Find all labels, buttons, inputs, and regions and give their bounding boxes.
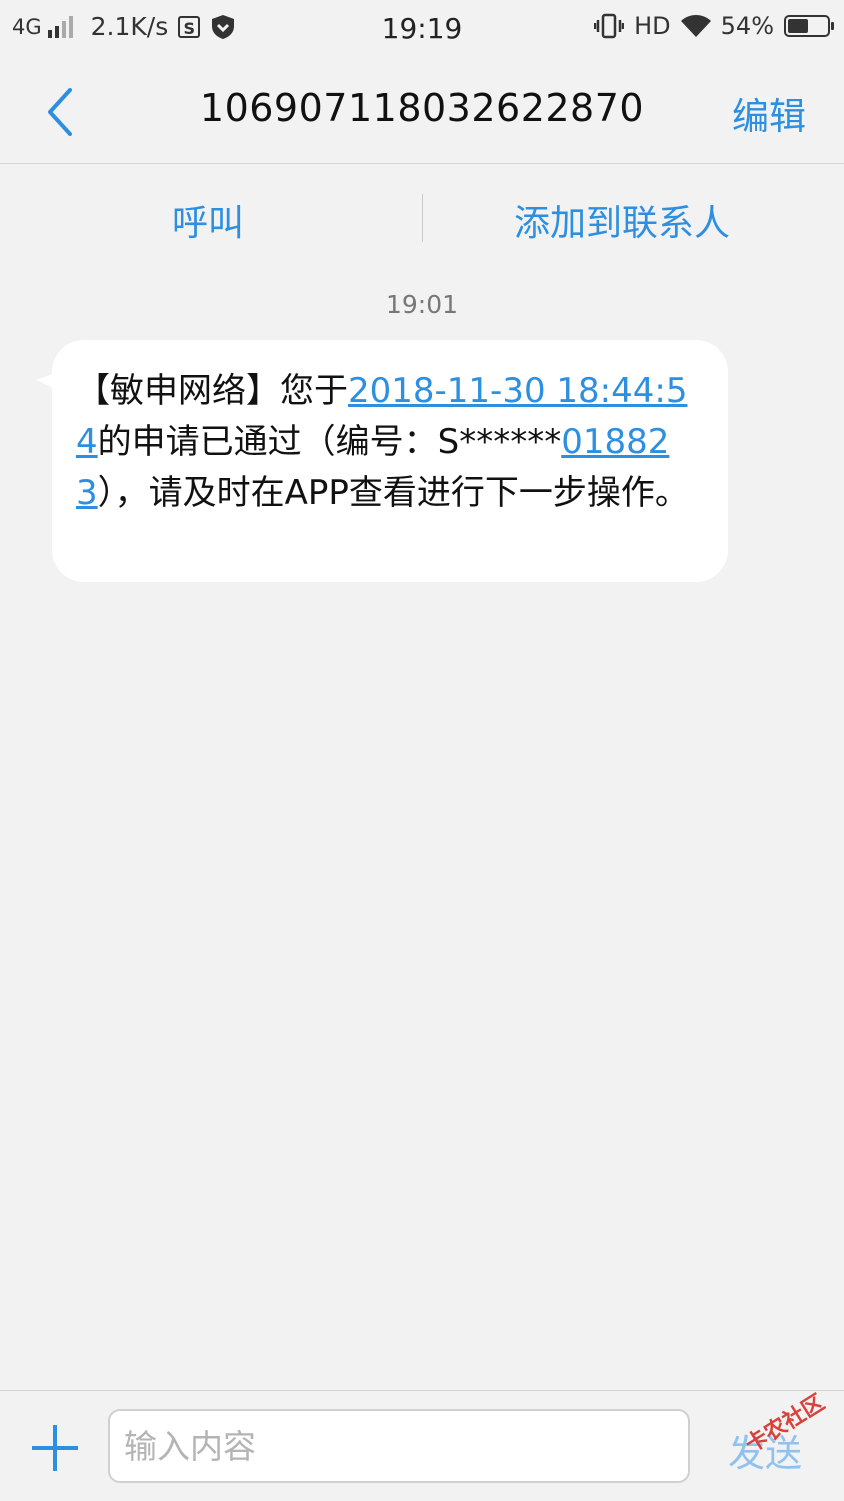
vibrate-icon <box>594 13 625 39</box>
message-text-part: ），请及时在APP查看进行下一步操作。 <box>97 473 689 513</box>
hd-indicator: HD <box>634 12 671 40</box>
battery-icon <box>784 15 834 37</box>
wifi-icon <box>680 15 711 37</box>
add-contact-button[interactable]: 添加到联系人 <box>514 194 730 246</box>
message-timestamp: 19:01 <box>385 290 459 319</box>
message-bubble[interactable]: 【敏申网络】您于2018-11-30 18:44:54的申请已通过（编号：S**… <box>52 340 728 582</box>
status-bar: 4G 2.1K/s S 19:19 HD 54% <box>0 0 844 60</box>
message-input[interactable] <box>108 1409 690 1483</box>
action-divider <box>422 194 423 242</box>
contact-actions: 呼叫 添加到联系人 <box>0 164 844 272</box>
call-button[interactable]: 呼叫 <box>172 194 244 246</box>
edit-button[interactable]: 编辑 <box>732 86 806 140</box>
plus-icon[interactable] <box>32 1425 78 1471</box>
conversation-header: 106907118032622870 编辑 <box>0 60 844 164</box>
battery-percent: 54% <box>720 12 774 40</box>
message-text-part: 【敏申网络】您于 <box>76 371 348 411</box>
composer-bar: 发送 <box>0 1390 844 1501</box>
message-text-part: 的申请已通过（编号：S****** <box>97 422 562 462</box>
page-title: 106907118032622870 <box>199 86 645 130</box>
status-right: HD 54% <box>594 12 834 40</box>
message-text: 【敏申网络】您于2018-11-30 18:44:54的申请已通过（编号：S**… <box>76 366 704 519</box>
